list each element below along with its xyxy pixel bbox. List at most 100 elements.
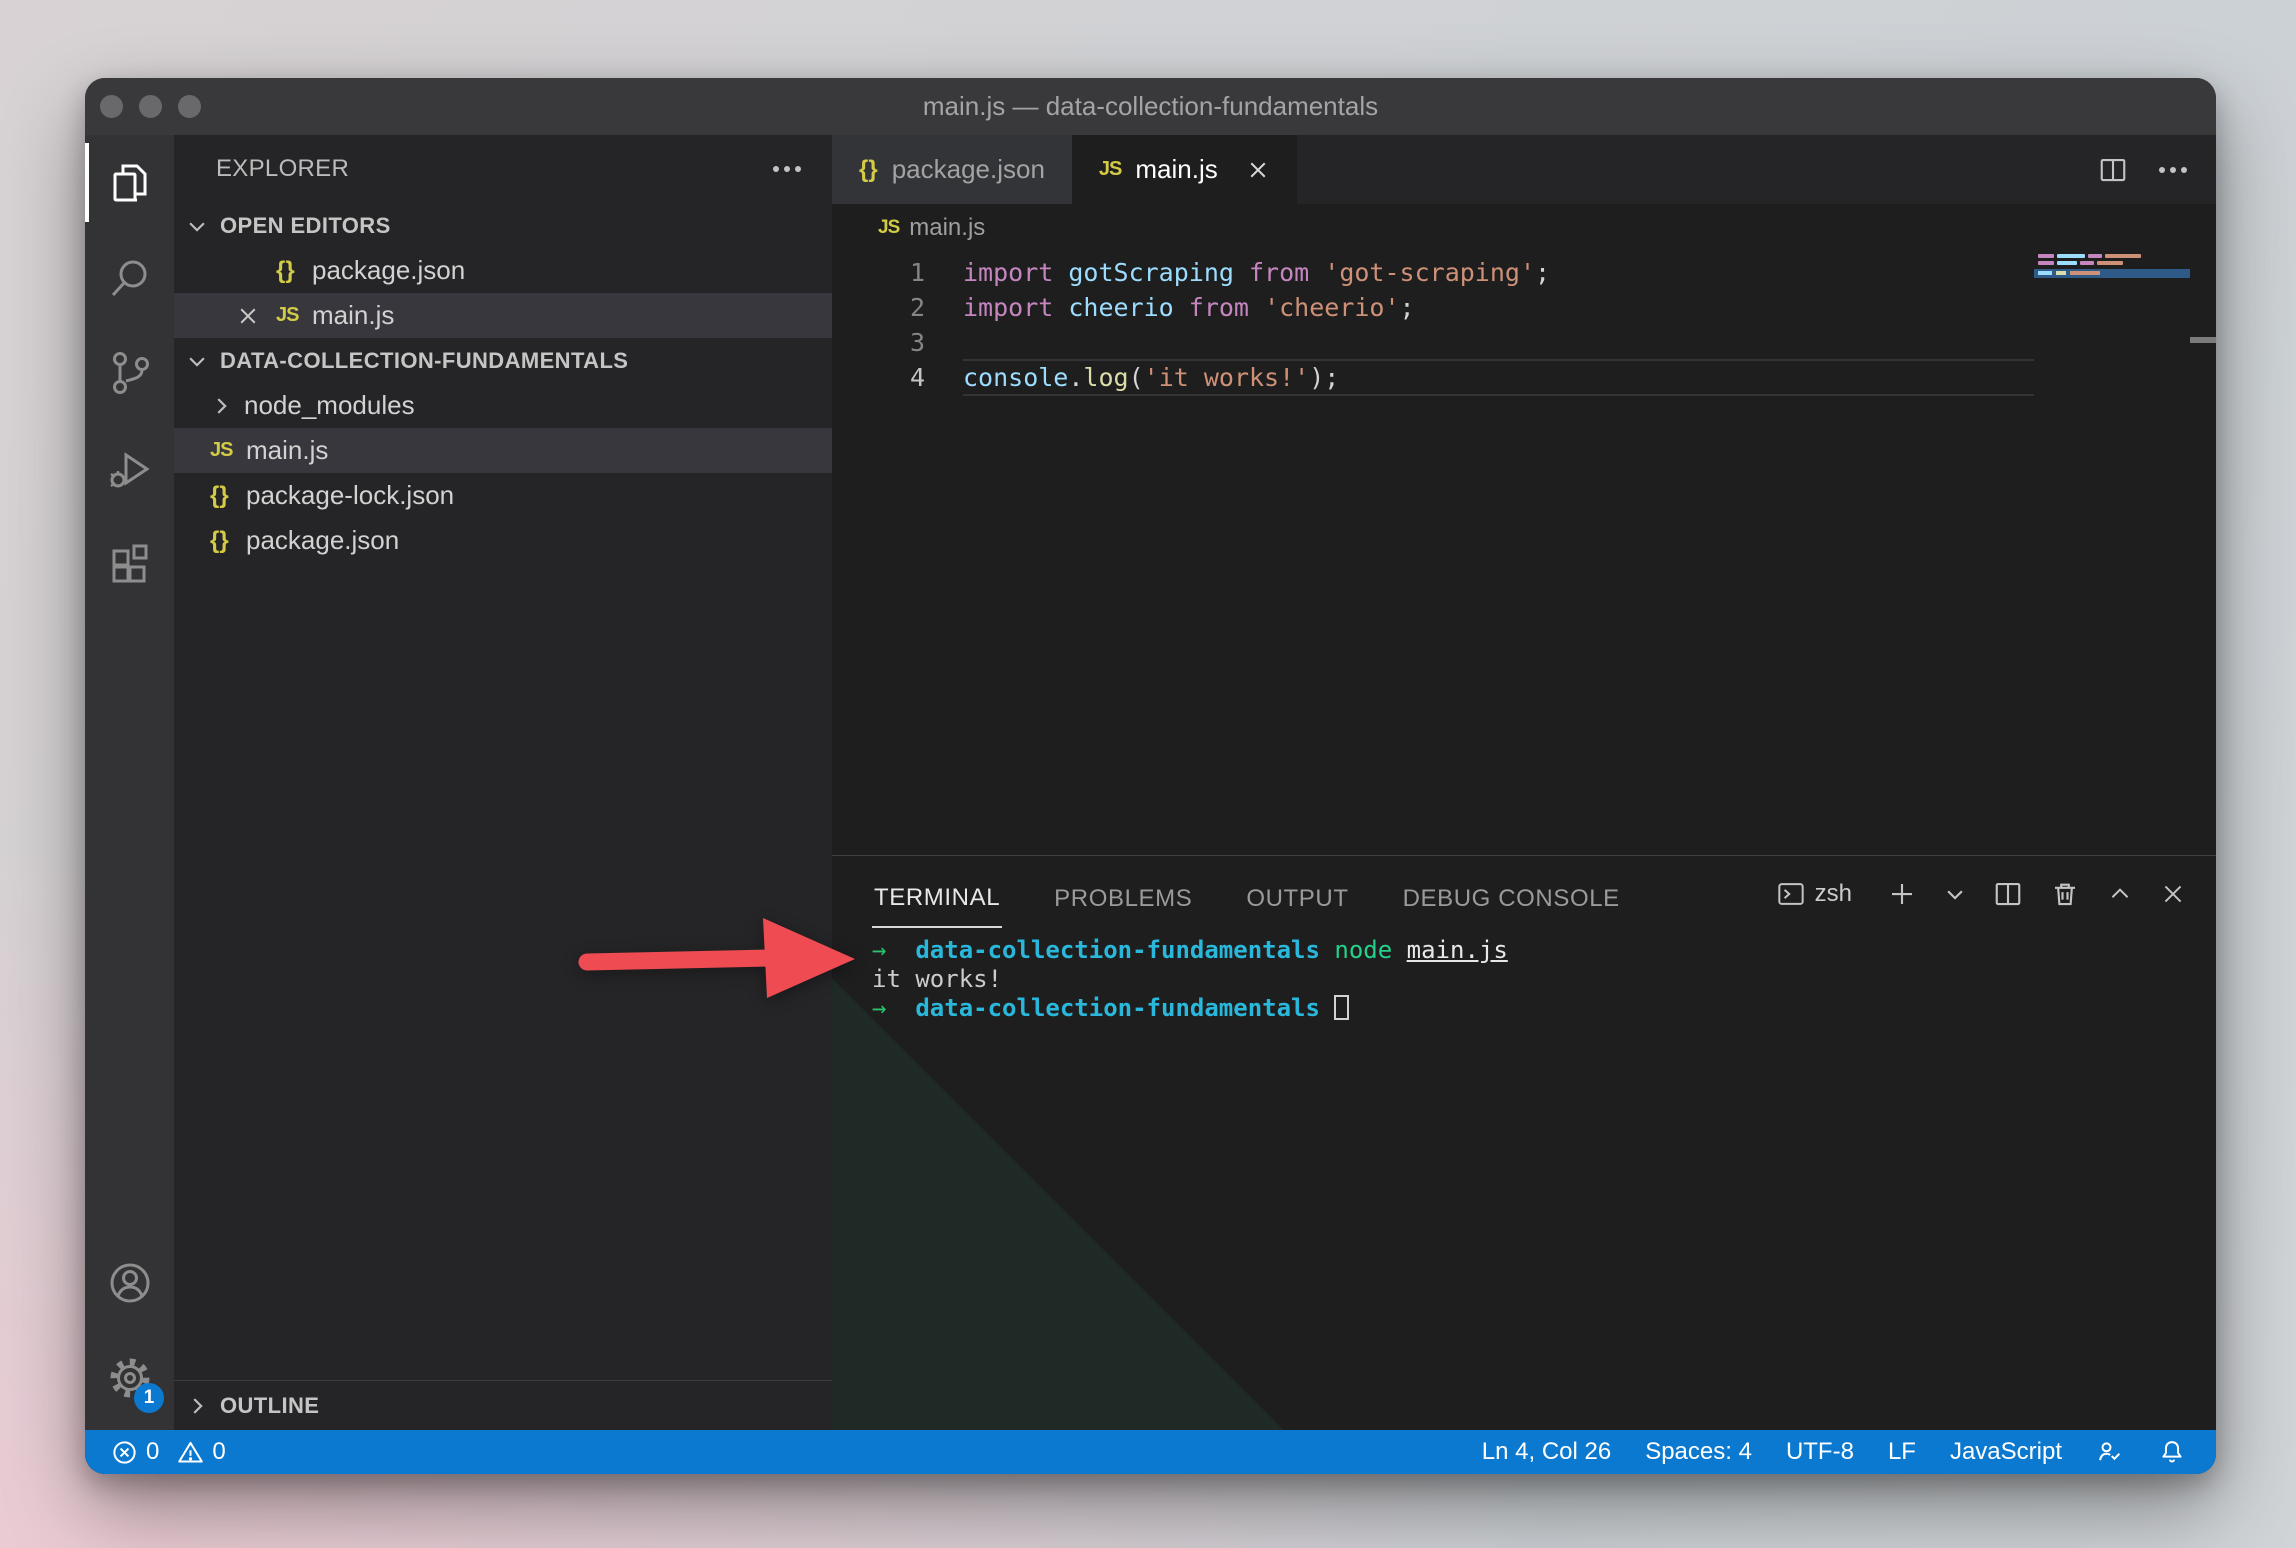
breadcrumb[interactable]: JS main.js <box>832 204 2216 252</box>
accounts-button[interactable] <box>85 1235 174 1330</box>
warning-count: 0 <box>212 1438 225 1466</box>
file-row-package-json[interactable]: {}package.json <box>174 518 832 563</box>
close-panel-icon[interactable] <box>2160 881 2186 907</box>
settings-button[interactable]: 1 <box>85 1330 174 1425</box>
eol-sequence[interactable]: LF <box>1888 1438 1916 1466</box>
search-icon <box>105 253 155 303</box>
activity-item-explorer[interactable] <box>85 135 174 230</box>
terminal-line: it works! <box>872 965 1508 994</box>
explorer-more-actions-icon[interactable] <box>772 165 802 173</box>
sidebar-rows: OPEN EDITORS{}package.jsonJSmain.jsDATA-… <box>174 203 832 563</box>
activity-item-run-debug[interactable] <box>85 420 174 515</box>
js-file-icon: JS <box>1099 158 1121 181</box>
breadcrumb-item[interactable]: main.js <box>909 214 985 242</box>
launch-profile-chevron-icon[interactable] <box>1944 883 1966 905</box>
code-lines: import gotScraping from 'got-scraping';i… <box>963 255 1550 395</box>
code-editor[interactable]: 1234 import gotScraping from 'got-scrapi… <box>832 252 2216 855</box>
panel-header: TERMINAL PROBLEMS OUTPUT DEBUG CONSOLE zsh <box>832 856 2216 932</box>
terminal-panel: TERMINAL PROBLEMS OUTPUT DEBUG CONSOLE zsh <box>832 855 2216 1430</box>
maximize-panel-icon[interactable] <box>2107 881 2133 907</box>
file-row-package-json[interactable]: {}package.json <box>174 248 832 293</box>
cursor-position[interactable]: Ln 4, Col 26 <box>1482 1438 1611 1466</box>
activity-bar-bottom: 1 <box>85 1235 174 1425</box>
gutter: 1234 <box>832 255 925 395</box>
tab-strip: {}package.jsonJSmain.js <box>832 135 1297 204</box>
panel-tab-terminal[interactable]: TERMINAL <box>872 860 1002 928</box>
split-editor-icon[interactable] <box>2098 155 2128 185</box>
vscode-window: main.js — data-collection-fundamentals <box>85 78 2216 1474</box>
code-line: import gotScraping from 'got-scraping'; <box>963 255 1550 290</box>
tab-package-json[interactable]: {}package.json <box>832 135 1072 204</box>
error-icon <box>111 1439 138 1466</box>
json-file-icon: {} <box>210 527 246 555</box>
editor-tabbar: {}package.jsonJSmain.js <box>832 135 2216 204</box>
close-window-button[interactable] <box>100 95 123 118</box>
tab-label: package.json <box>892 154 1045 185</box>
chevron-down-icon <box>186 350 220 372</box>
close-tab-icon[interactable] <box>1246 158 1270 182</box>
problems-status[interactable]: 0 0 <box>111 1438 226 1466</box>
window-controls <box>100 78 201 135</box>
indentation[interactable]: Spaces: 4 <box>1645 1438 1752 1466</box>
activity-item-source-control[interactable] <box>85 325 174 420</box>
row-label: node_modules <box>244 390 415 421</box>
titlebar[interactable]: main.js — data-collection-fundamentals <box>85 78 2216 135</box>
file-row-main-js[interactable]: JSmain.js <box>174 293 832 338</box>
outline-section-header[interactable]: OUTLINE <box>174 1380 832 1430</box>
overview-ruler-marker <box>2190 337 2216 343</box>
sidebar-title: EXPLORER <box>216 155 772 183</box>
annotation-arrow <box>565 898 885 1028</box>
panel-tab-debug-console[interactable]: DEBUG CONSOLE <box>1401 861 1622 927</box>
minimap-current-line <box>2034 269 2190 278</box>
explorer-sidebar: EXPLORER OPEN EDITORS{}package.jsonJSmai… <box>174 135 832 1430</box>
terminal-line: → data-collection-fundamentals node main… <box>872 936 1508 965</box>
minimap[interactable] <box>2034 254 2190 278</box>
tab-main-js[interactable]: JSmain.js <box>1072 135 1297 204</box>
row-label: OPEN EDITORS <box>220 213 391 239</box>
chevron-right-icon <box>210 395 244 417</box>
feedback-icon[interactable] <box>2096 1438 2124 1466</box>
files-icon <box>105 158 155 208</box>
section-header-open-editors[interactable]: OPEN EDITORS <box>174 203 832 248</box>
status-right: Ln 4, Col 26 Spaces: 4 UTF-8 LF JavaScri… <box>1482 1438 2186 1466</box>
code-line: import cheerio from 'cheerio'; <box>963 290 1550 325</box>
row-label: package.json <box>312 255 465 286</box>
row-label: main.js <box>312 300 394 331</box>
run-and-debug-icon <box>105 443 155 493</box>
settings-badge: 1 <box>134 1383 164 1413</box>
encoding[interactable]: UTF-8 <box>1786 1438 1854 1466</box>
file-row-node-modules[interactable]: node_modules <box>174 383 832 428</box>
terminal-icon <box>1777 880 1805 908</box>
file-row-main-js[interactable]: JSmain.js <box>174 428 832 473</box>
chevron-down-icon <box>186 215 220 237</box>
activity-item-search[interactable] <box>85 230 174 325</box>
account-icon <box>104 1257 156 1309</box>
line-number: 2 <box>832 290 925 325</box>
panel-tab-problems[interactable]: PROBLEMS <box>1052 861 1194 927</box>
kill-terminal-trash-icon[interactable] <box>2050 879 2080 909</box>
notifications-bell-icon[interactable] <box>2158 1438 2186 1466</box>
panel-tab-output[interactable]: OUTPUT <box>1244 861 1350 927</box>
status-bar: 0 0 Ln 4, Col 26 Spaces: 4 UTF-8 LF Java… <box>85 1430 2216 1474</box>
error-count: 0 <box>146 1438 159 1466</box>
panel-actions: zsh <box>1777 879 2186 909</box>
code-line <box>963 325 1550 360</box>
language-mode[interactable]: JavaScript <box>1950 1438 2062 1466</box>
minimize-window-button[interactable] <box>139 95 162 118</box>
editor-actions <box>2098 135 2216 204</box>
warning-icon <box>177 1439 204 1466</box>
split-terminal-icon[interactable] <box>1993 879 2023 909</box>
editor-more-actions-icon[interactable] <box>2158 166 2188 174</box>
terminal-cursor <box>1334 995 1349 1020</box>
new-terminal-icon[interactable] <box>1887 879 1917 909</box>
section-header-data-collection-fundamentals[interactable]: DATA-COLLECTION-FUNDAMENTALS <box>174 338 832 383</box>
terminal-output[interactable]: → data-collection-fundamentals node main… <box>872 936 1508 1023</box>
activity-item-extensions[interactable] <box>85 515 174 610</box>
shell-selector[interactable]: zsh <box>1777 880 1852 908</box>
file-row-package-lock-json[interactable]: {}package-lock.json <box>174 473 832 518</box>
close-editor-icon[interactable] <box>236 304 276 328</box>
zoom-window-button[interactable] <box>178 95 201 118</box>
sidebar-header: EXPLORER <box>174 135 832 203</box>
code-line: console.log('it works!'); <box>963 360 1550 395</box>
activity-bar: 1 <box>85 135 174 1430</box>
